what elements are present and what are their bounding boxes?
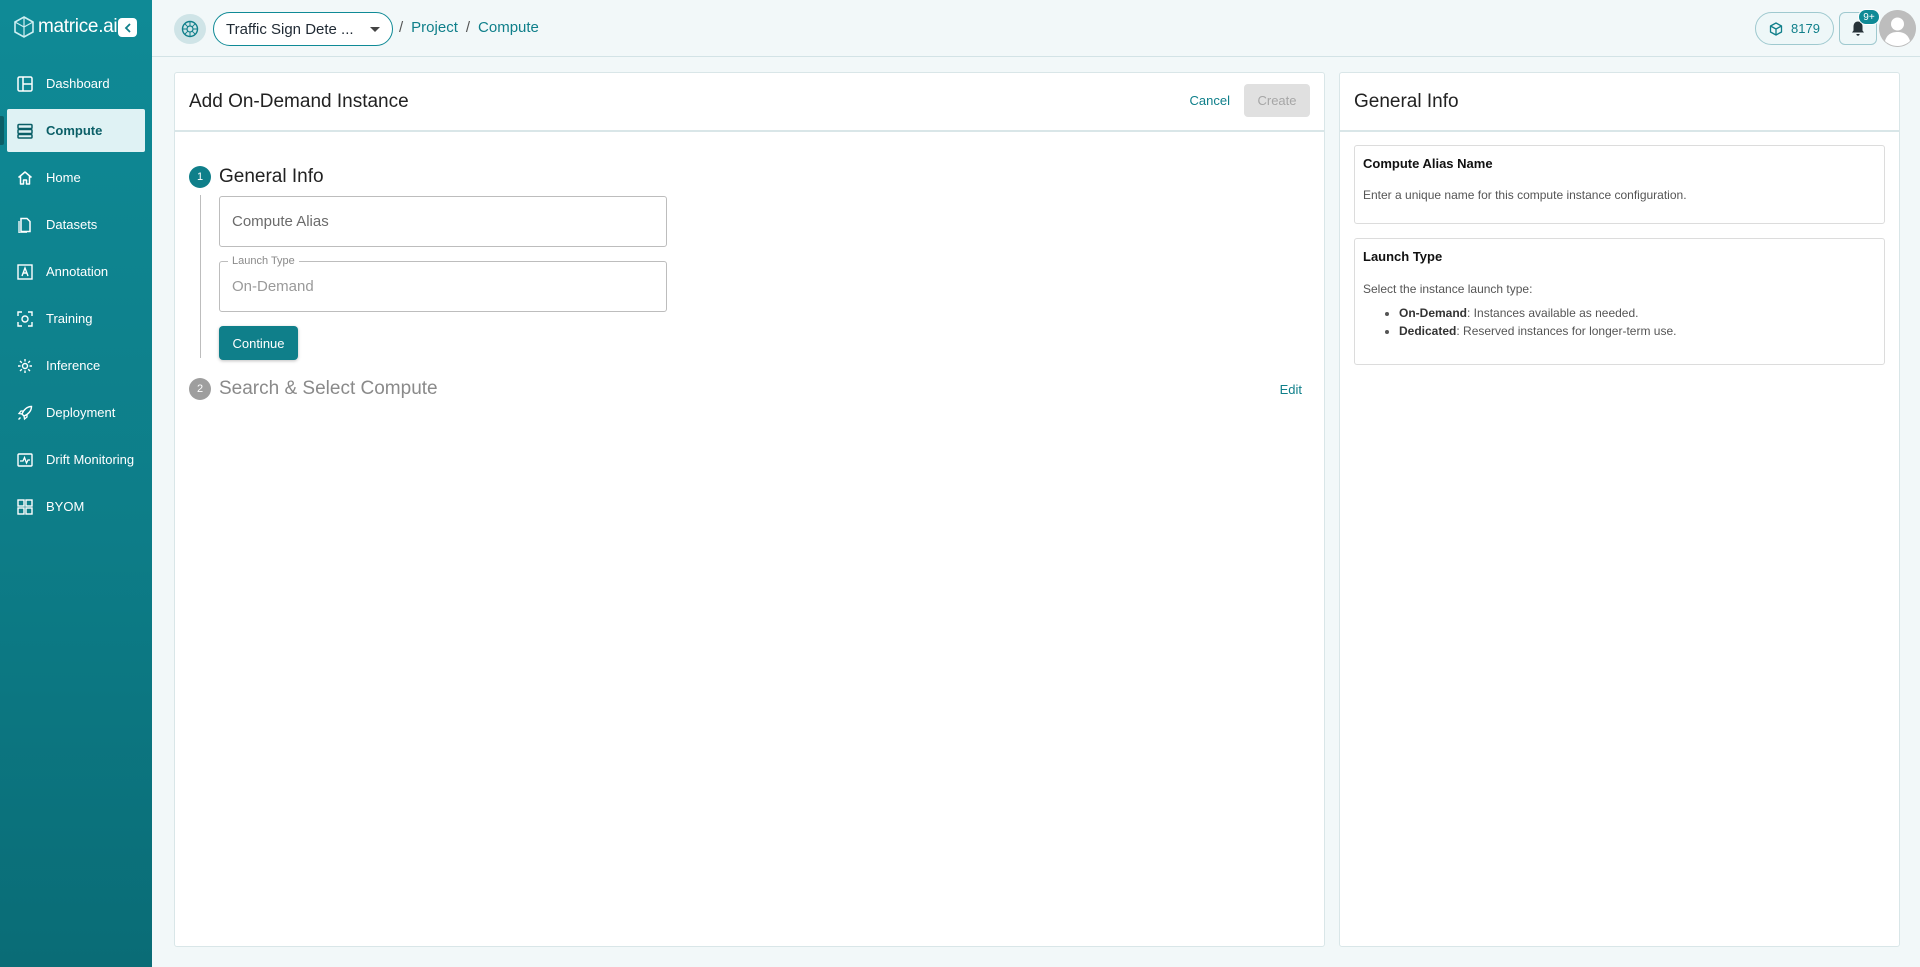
list-item: On-Demand: Instances available as needed… xyxy=(1399,306,1876,320)
option-desc: : Reserved instances for longer-term use… xyxy=(1456,324,1677,338)
top-bar: Traffic Sign Dete ... / Project / Comput… xyxy=(152,0,1920,57)
inference-icon xyxy=(16,357,34,375)
sidebar-item-dashboard[interactable]: Dashboard xyxy=(7,62,145,105)
dashboard-icon xyxy=(16,75,34,93)
project-select[interactable]: Traffic Sign Dete ... xyxy=(213,12,393,46)
card-title: Launch Type xyxy=(1363,249,1443,264)
sidebar-item-label: Home xyxy=(46,170,81,185)
drift-monitoring-icon xyxy=(16,451,34,469)
step-search-select-compute[interactable]: 2 Search & Select Compute xyxy=(189,378,438,400)
option-name: Dedicated xyxy=(1399,324,1457,338)
step-number: 2 xyxy=(189,378,211,400)
datasets-icon xyxy=(16,216,34,234)
avatar[interactable] xyxy=(1879,10,1916,47)
launch-type-value: On-Demand xyxy=(232,278,314,295)
sidebar-item-label: BYOM xyxy=(46,499,85,514)
card-description: Enter a unique name for this compute ins… xyxy=(1363,188,1687,202)
sidebar-item-training[interactable]: Training xyxy=(7,297,145,340)
notifications-button[interactable]: 9+ xyxy=(1839,9,1880,45)
step-label: General Info xyxy=(219,166,324,187)
list-item: Dedicated: Reserved instances for longer… xyxy=(1399,324,1876,338)
launch-type-field[interactable]: Launch Type On-Demand xyxy=(219,255,667,312)
breadcrumb-compute[interactable]: Compute xyxy=(478,19,539,36)
brand[interactable]: matrice.ai xyxy=(14,14,118,40)
cube-icon xyxy=(1769,21,1783,36)
credits-button[interactable]: 8179 xyxy=(1755,12,1834,45)
add-instance-panel: Add On-Demand Instance Cancel Create 1 G… xyxy=(174,72,1325,947)
chevron-left-icon xyxy=(124,22,131,33)
sidebar-item-byom[interactable]: BYOM xyxy=(7,485,145,528)
deployment-icon xyxy=(16,404,34,422)
step-label: Search & Select Compute xyxy=(219,378,438,399)
compute-alias-placeholder: Compute Alias xyxy=(232,213,329,230)
option-name: On-Demand xyxy=(1399,306,1468,320)
breadcrumb: / Project / Compute xyxy=(399,19,539,36)
compute-alias-help-card: Compute Alias Name Enter a unique name f… xyxy=(1354,145,1885,224)
matrice-logo-icon xyxy=(14,16,34,38)
page-title: Add On-Demand Instance xyxy=(189,90,409,112)
sidebar-item-datasets[interactable]: Datasets xyxy=(7,203,145,246)
sidebar-item-drift-monitoring[interactable]: Drift Monitoring xyxy=(7,438,145,481)
sidebar-item-deployment[interactable]: Deployment xyxy=(7,391,145,434)
option-desc: : Instances available as needed. xyxy=(1467,306,1639,320)
breadcrumb-project[interactable]: Project xyxy=(411,19,458,36)
sidebar-item-annotation[interactable]: Annotation xyxy=(7,250,145,293)
launch-options-list: On-Demand: Instances available as needed… xyxy=(1363,306,1876,338)
launch-type-help-card: Launch Type Select the instance launch t… xyxy=(1354,238,1885,365)
sidebar-nav: Dashboard Compute Home Datasets Annotati… xyxy=(0,62,152,532)
sidebar-item-label: Drift Monitoring xyxy=(46,452,135,467)
home-icon xyxy=(16,169,34,187)
card-title: Compute Alias Name xyxy=(1363,156,1493,171)
sidebar-item-inference[interactable]: Inference xyxy=(7,344,145,387)
compute-icon xyxy=(16,122,34,140)
general-info-panel: General Info Compute Alias Name Enter a … xyxy=(1339,72,1900,947)
byom-icon xyxy=(16,498,34,516)
notifications-badge: 9+ xyxy=(1858,9,1880,25)
create-button[interactable]: Create xyxy=(1244,84,1310,117)
edit-button[interactable]: Edit xyxy=(1280,382,1302,397)
sidebar-item-label: Inference xyxy=(46,358,101,373)
user-avatar-icon xyxy=(1879,10,1916,47)
breadcrumb-separator: / xyxy=(465,19,471,36)
sidebar-item-home[interactable]: Home xyxy=(7,156,145,199)
sidebar-item-label: Compute xyxy=(46,123,103,138)
compute-alias-input[interactable]: Compute Alias xyxy=(219,196,667,247)
caret-down-icon xyxy=(370,27,380,32)
sidebar-item-label: Deployment xyxy=(46,405,116,420)
step-general-info[interactable]: 1 General Info xyxy=(189,166,324,188)
training-icon xyxy=(16,310,34,328)
sidebar-item-label: Datasets xyxy=(46,217,98,232)
launch-type-label: Launch Type xyxy=(228,255,299,267)
cancel-button[interactable]: Cancel xyxy=(1190,93,1230,108)
info-panel-title: General Info xyxy=(1354,90,1459,112)
continue-button[interactable]: Continue xyxy=(219,326,298,360)
sidebar-item-label: Dashboard xyxy=(46,76,110,91)
breadcrumb-separator: / xyxy=(399,19,404,36)
sidebar-item-label: Annotation xyxy=(46,264,109,279)
collapse-sidebar-button[interactable] xyxy=(118,18,137,37)
annotation-icon xyxy=(16,263,34,281)
panel-header: Add On-Demand Instance Cancel Create xyxy=(175,73,1324,132)
info-panel-header: General Info xyxy=(1340,73,1899,132)
card-description: Select the instance launch type: xyxy=(1363,282,1533,296)
step-number: 1 xyxy=(189,166,211,188)
workspace-icon[interactable] xyxy=(174,14,206,44)
sidebar-item-label: Training xyxy=(46,311,93,326)
sidebar: matrice.ai Dashboard Compute Home Datase… xyxy=(0,0,152,967)
sidebar-item-compute[interactable]: Compute xyxy=(0,109,145,152)
brand-name: matrice.ai xyxy=(38,16,118,37)
credits-value: 8179 xyxy=(1791,21,1820,36)
project-select-value: Traffic Sign Dete ... xyxy=(226,20,354,38)
step-connector-line xyxy=(200,195,201,358)
